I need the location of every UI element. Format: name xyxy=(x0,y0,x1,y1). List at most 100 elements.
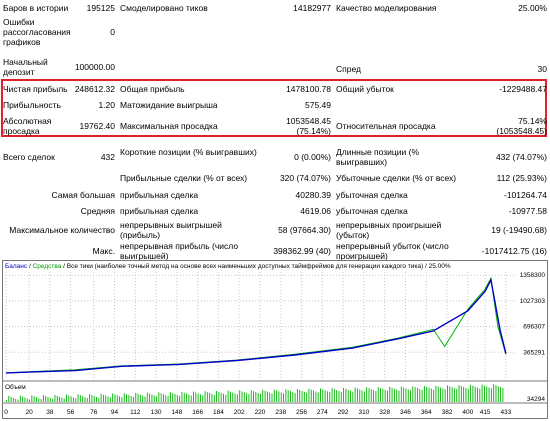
max-label: Макс. xyxy=(92,246,115,256)
x-tick-label: 184 xyxy=(213,409,224,416)
volume-bar xyxy=(320,388,321,402)
volume-bar xyxy=(310,389,312,402)
y-tick-label: 696307 xyxy=(523,324,545,331)
volume-bar xyxy=(483,385,485,402)
total-trades-value: 432 xyxy=(100,152,115,162)
volume-bar xyxy=(241,391,243,402)
largest-loss-value: -101264.74 xyxy=(503,190,547,200)
x-tick-label: 0 xyxy=(4,409,8,416)
volume-bar xyxy=(151,394,153,402)
volume-bar xyxy=(257,392,259,402)
volume-bar xyxy=(160,393,162,402)
volume-bar xyxy=(66,394,67,402)
volume-bar xyxy=(6,400,7,402)
volume-bar xyxy=(444,389,446,402)
volume-bar xyxy=(105,395,107,402)
volume-bar xyxy=(153,395,155,402)
volume-bar xyxy=(227,390,229,402)
volume-bar xyxy=(72,397,74,402)
volume-bar xyxy=(169,392,171,402)
svg-text:Баланс / Средства / Все тики (: Баланс / Средства / Все тики (наиболее т… xyxy=(5,262,451,270)
volume-bar xyxy=(375,391,377,402)
volume-bar xyxy=(389,386,391,402)
volume-bar xyxy=(8,395,10,402)
volume-bar xyxy=(246,393,248,402)
volume-bar xyxy=(264,390,266,402)
volume-bar xyxy=(204,391,206,402)
volume-bar xyxy=(467,388,469,402)
volume-bar xyxy=(250,390,252,402)
profit-trades-label: Прибыльные сделки (% от всех) xyxy=(120,173,248,183)
y-tick-label: 34294 xyxy=(527,396,545,403)
x-tick-label: 38 xyxy=(46,409,54,416)
volume-bar xyxy=(70,396,72,402)
volume-bar xyxy=(114,394,116,402)
volume-bar xyxy=(42,395,44,402)
volume-bar xyxy=(345,388,347,402)
volume-bar xyxy=(331,388,333,402)
long-positions-value: 432 (74.07%) xyxy=(495,152,547,162)
volume-bar xyxy=(283,393,284,402)
volume-bar xyxy=(63,398,65,402)
volume-bar xyxy=(301,390,303,402)
volume-bar xyxy=(368,388,370,402)
volume-bar xyxy=(253,391,254,402)
volume-bar xyxy=(109,397,111,402)
volume-bar xyxy=(453,388,455,402)
x-tick-label: 94 xyxy=(111,409,119,416)
rel-dd-label: Относительная просадка xyxy=(336,121,436,131)
volume-bar xyxy=(15,398,17,402)
volume-bar xyxy=(324,390,326,402)
y-tick-label: 1358300 xyxy=(520,272,546,279)
ticks-value: 14182977 xyxy=(293,3,331,13)
volume-bar xyxy=(502,388,504,402)
volume-bar xyxy=(273,389,275,402)
bars-label: Баров в истории xyxy=(3,3,69,13)
volume-bar xyxy=(497,386,499,402)
volume-bar xyxy=(206,392,208,402)
volume-bar xyxy=(149,393,151,402)
x-tick-label: 256 xyxy=(296,409,307,416)
volume-bar xyxy=(384,389,386,402)
volume-bar xyxy=(449,386,451,402)
bars-value: 195125 xyxy=(86,3,115,13)
volume-bar xyxy=(38,398,40,402)
x-tick-label: 238 xyxy=(275,409,286,416)
loss-trades-label: Убыточные сделки (% от всех) xyxy=(336,173,457,183)
volume-bar xyxy=(33,396,35,402)
volume-bar xyxy=(146,392,148,402)
volume-bar xyxy=(382,388,384,402)
volume-bar xyxy=(287,390,289,402)
errors-label: Ошибки рассогласования графиков xyxy=(3,17,71,47)
volume-bar xyxy=(199,394,201,402)
volume-bar xyxy=(271,393,273,402)
x-tick-label: 382 xyxy=(442,409,453,416)
volume-bar xyxy=(211,394,213,402)
volume-bar xyxy=(262,389,264,402)
volume-bar xyxy=(396,389,398,402)
volume-bar xyxy=(167,396,169,402)
volume-bar xyxy=(490,388,492,402)
volume-bar xyxy=(229,391,231,402)
volume-bar xyxy=(52,398,54,402)
deposit-value: 100000.00 xyxy=(74,62,115,72)
volume-bar xyxy=(98,397,100,402)
volume-bar xyxy=(486,386,488,402)
volume-bar xyxy=(123,393,125,402)
net-profit-label: Чистая прибыль xyxy=(3,84,68,94)
volume-bar xyxy=(463,387,465,402)
volume-bar xyxy=(119,396,121,402)
volume-bar xyxy=(290,391,291,402)
volume-bar xyxy=(135,392,137,402)
x-tick-label: 364 xyxy=(421,409,432,416)
expected-payoff-label: Матожидание выигрыша xyxy=(120,100,218,110)
volume-bar xyxy=(326,391,328,402)
volume-bar xyxy=(472,385,474,402)
volume-bar xyxy=(315,391,317,402)
volume-bar xyxy=(260,393,261,402)
x-tick-label: 433 xyxy=(500,409,511,416)
volume-bar xyxy=(12,397,14,402)
volume-bar xyxy=(451,387,453,402)
max-dd-value: 1053548.45 (75.14%) xyxy=(286,116,331,136)
volume-bar xyxy=(112,393,114,402)
